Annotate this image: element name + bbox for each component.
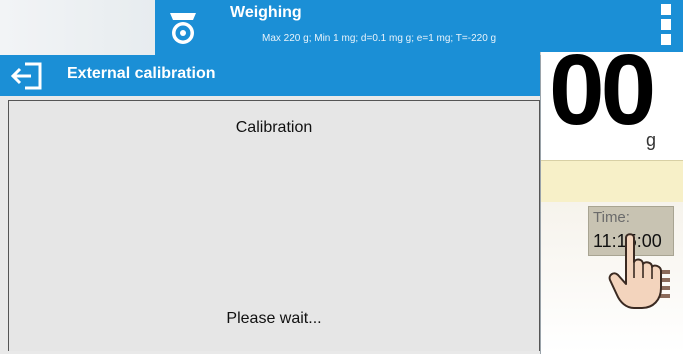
dialog-header: External calibration xyxy=(0,55,540,96)
status-message: Please wait... xyxy=(226,310,322,327)
weight-readout: 00 g xyxy=(540,40,683,160)
dialog-title: External calibration xyxy=(67,65,216,82)
procedure-title: Calibration xyxy=(235,119,313,136)
menu-dots-icon[interactable] xyxy=(661,4,671,50)
info-band xyxy=(540,160,683,203)
scale-icon[interactable] xyxy=(168,10,198,46)
reading-unit: g xyxy=(646,130,657,150)
time-label: Time: xyxy=(593,209,630,226)
exit-arrow-icon[interactable] xyxy=(9,61,45,91)
topbar-faded-area xyxy=(0,0,155,55)
calibration-dialog: External calibration Calibration Please … xyxy=(0,55,541,354)
dialog-body: Calibration Please wait... xyxy=(8,100,540,351)
hand-pointer-icon xyxy=(608,233,670,309)
balance-parameters: Max 220 g; Min 1 mg; d=0.1 mg g; e=1 mg;… xyxy=(262,33,497,44)
mode-title: Weighing xyxy=(230,4,302,21)
reading-value: 00 xyxy=(549,34,656,146)
